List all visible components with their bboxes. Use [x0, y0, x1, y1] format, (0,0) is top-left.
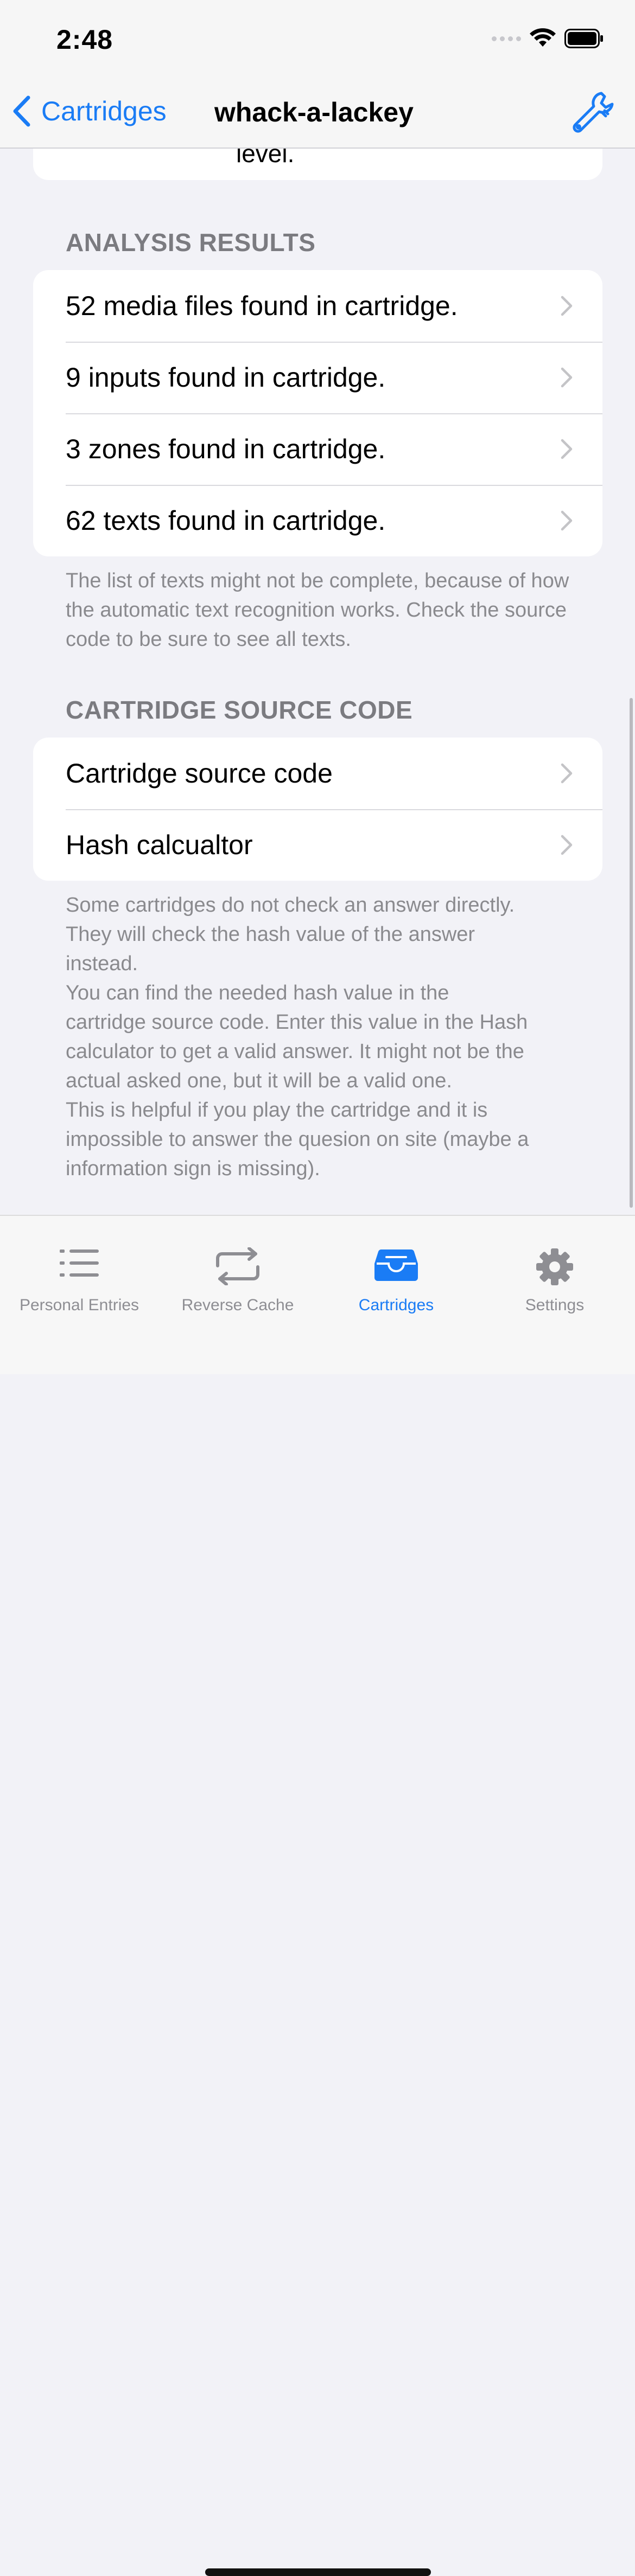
previous-section-card: level. [33, 148, 602, 180]
wrench-icon[interactable] [570, 89, 614, 133]
gear-icon [536, 1248, 573, 1285]
chevron-right-icon [561, 367, 573, 388]
previous-section-text: level. [236, 148, 295, 168]
wifi-icon [530, 28, 556, 47]
tray-icon [374, 1249, 418, 1281]
chevron-right-icon [561, 439, 573, 459]
chevron-left-icon [13, 95, 30, 127]
footer-line: calculator to get a valid answer. It mig… [66, 1040, 524, 1063]
row-label: 3 zones found in cartridge. [66, 434, 386, 464]
back-button-label: Cartridges [41, 96, 167, 126]
home-indicator[interactable] [205, 2568, 431, 2576]
footer-line: You can find the needed hash value in th… [66, 982, 449, 1004]
battery-icon [564, 29, 603, 48]
tab-bar: Personal Entries Reverse Cache Cartridge… [0, 1215, 635, 2576]
cartridge-source-code-row[interactable]: Cartridge source code [33, 738, 602, 809]
hash-footer-note: Some cartridges do not check an answer d… [66, 890, 587, 1183]
chevron-right-icon [561, 296, 573, 316]
row-label: 9 inputs found in cartridge. [66, 362, 386, 393]
row-label: 52 media files found in cartridge. [66, 291, 458, 321]
navigation-bar: Cartridges whack-a-lackey [0, 81, 635, 149]
tab-label: Settings [525, 1296, 585, 1314]
cartridge-source-code-header: CARTRIDGE SOURCE CODE [66, 696, 413, 724]
tab-reverse-cache[interactable]: Reverse Cache [158, 1216, 317, 1324]
analysis-results-list: 52 media files found in cartridge. 9 inp… [33, 270, 602, 556]
zones-row[interactable]: 3 zones found in cartridge. [33, 413, 602, 485]
hash-calculator-row[interactable]: Hash calcualtor [33, 809, 602, 881]
footer-line: Some cartridges do not check an answer d… [66, 894, 515, 917]
footer-line: impossible to answer the quesion on site… [66, 1128, 529, 1151]
cellular-signal-icon [492, 36, 521, 41]
status-bar: 2:48 [0, 0, 635, 81]
footer-line: instead. [66, 952, 138, 975]
footer-line: This is helpful if you play the cartridg… [66, 1099, 488, 1122]
footer-line: information sign is missing). [66, 1157, 320, 1180]
texts-row[interactable]: 62 texts found in cartridge. [33, 485, 602, 556]
analysis-footer-note: The list of texts might not be complete,… [66, 569, 569, 651]
tab-personal-entries[interactable]: Personal Entries [0, 1216, 158, 1324]
status-time: 2:48 [56, 24, 113, 55]
chevron-right-icon [561, 763, 573, 784]
repeat-icon [216, 1247, 259, 1285]
scroll-indicator [630, 698, 633, 1208]
analysis-results-header: ANALYSIS RESULTS [66, 228, 316, 257]
page-title: whack-a-lackey [214, 97, 414, 127]
footer-line: actual asked one, but it will be a valid… [66, 1069, 452, 1092]
scroll-content[interactable]: level. ANALYSIS RESULTS 52 media files f… [0, 148, 635, 1215]
back-button[interactable]: Cartridges [12, 92, 167, 130]
tab-label: Personal Entries [19, 1296, 139, 1314]
chevron-right-icon [561, 510, 573, 531]
tab-settings[interactable]: Settings [475, 1216, 634, 1324]
tab-label: Cartridges [358, 1296, 434, 1314]
footer-line: They will check the hash value of the an… [66, 923, 475, 946]
footer-line: cartridge source code. Enter this value … [66, 1011, 528, 1034]
row-label: Cartridge source code [66, 758, 333, 789]
media-files-row[interactable]: 52 media files found in cartridge. [33, 270, 602, 342]
row-label: 62 texts found in cartridge. [66, 505, 386, 536]
source-code-list: Cartridge source code Hash calcualtor [33, 738, 602, 881]
list-icon [60, 1249, 99, 1277]
tab-cartridges[interactable]: Cartridges [317, 1216, 475, 1324]
inputs-row[interactable]: 9 inputs found in cartridge. [33, 342, 602, 413]
row-label: Hash calcualtor [66, 830, 253, 860]
tab-label: Reverse Cache [181, 1296, 294, 1314]
status-icons [492, 28, 604, 49]
chevron-right-icon [561, 835, 573, 855]
